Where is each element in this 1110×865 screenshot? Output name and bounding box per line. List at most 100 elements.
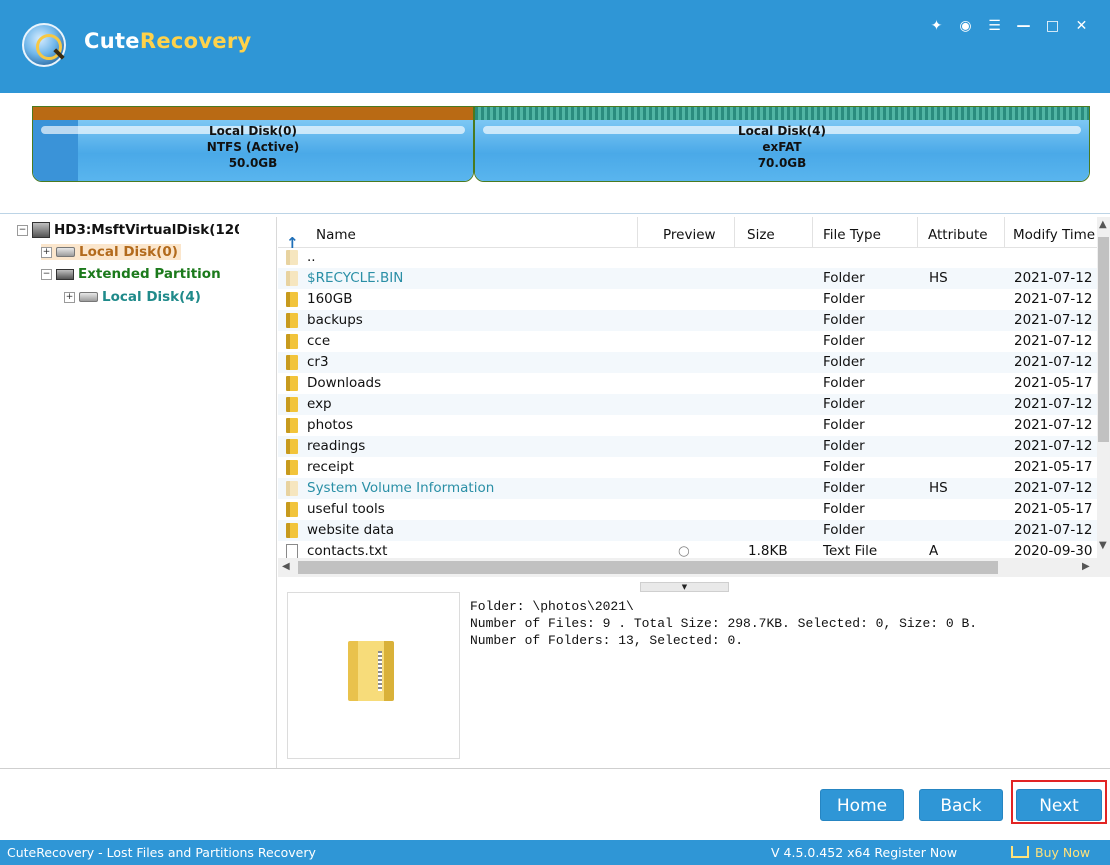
disk-map: Local Disk(0) NTFS (Active) 50.0GB Local… [0, 93, 1110, 213]
cell-type: Folder [823, 270, 865, 286]
cell-time: 2021-07-12 [1014, 354, 1093, 370]
buy-now-link[interactable]: Buy Now [1011, 840, 1090, 865]
maximize-icon[interactable]: □ [1038, 14, 1067, 38]
back-button[interactable]: Back [919, 789, 1003, 821]
expand-icon[interactable]: + [64, 291, 75, 303]
cell-name: Downloads [307, 375, 382, 391]
table-row[interactable]: receipt Folder 2021-05-17 [278, 457, 1098, 478]
scroll-thumb[interactable] [1098, 237, 1109, 442]
cell-type: Folder [823, 396, 865, 412]
cell-name: cr3 [307, 354, 329, 370]
cart-icon [1011, 846, 1029, 858]
cell-time: 2021-05-17 [1014, 501, 1093, 517]
cell-name: exp [307, 396, 332, 412]
cell-name: photos [307, 417, 353, 433]
version-register[interactable]: V 4.5.0.452 x64 Register Now [771, 840, 957, 865]
vertical-scrollbar[interactable]: ▲ ▼ [1097, 217, 1110, 577]
cell-name: useful tools [307, 501, 385, 517]
table-row[interactable]: exp Folder 2021-07-12 [278, 394, 1098, 415]
folder-icon [286, 460, 298, 475]
scroll-up-icon[interactable]: ▲ [1099, 219, 1107, 230]
cell-time: 2021-07-12 [1014, 417, 1093, 433]
disk-partition-4[interactable]: Local Disk(4) exFAT 70.0GB [474, 106, 1090, 182]
table-row[interactable]: .. [278, 247, 1098, 268]
disk-name: Local Disk(0) [209, 124, 297, 138]
cell-type: Folder [823, 417, 865, 433]
table-row[interactable]: readings Folder 2021-07-12 [278, 436, 1098, 457]
disk-fs: NTFS (Active) [206, 140, 300, 154]
folder-icon [286, 313, 298, 328]
cell-type: Folder [823, 459, 865, 475]
cell-type: Folder [823, 375, 865, 391]
facebook-icon[interactable]: ◉ [951, 14, 980, 38]
cell-time: 2021-07-12 [1014, 291, 1093, 307]
table-row[interactable]: backups Folder 2021-07-12 [278, 310, 1098, 331]
column-name[interactable]: ↑ Name [278, 217, 638, 252]
cell-type: Folder [823, 480, 865, 496]
disk-size: 50.0GB [228, 156, 278, 170]
horizontal-scrollbar[interactable]: ◀ ▶ [278, 558, 1098, 577]
cell-name: backups [307, 312, 363, 328]
hard-disk-icon [32, 222, 50, 238]
scroll-down-icon[interactable]: ▼ [1099, 540, 1107, 551]
app-title: CuteRecovery [84, 29, 252, 53]
column-preview[interactable]: Preview [638, 217, 735, 247]
next-button-highlight [1011, 780, 1107, 824]
table-row[interactable]: photos Folder 2021-07-12 [278, 415, 1098, 436]
scroll-left-icon[interactable]: ◀ [282, 561, 290, 572]
cell-attr: HS [929, 480, 948, 496]
folder-info: Folder: \photos\2021\ Number of Files: 9 … [470, 599, 978, 648]
table-row[interactable]: 160GB Folder 2021-07-12 [278, 289, 1098, 310]
collapse-icon[interactable]: − [41, 268, 52, 280]
twitter-icon[interactable]: ✦ [922, 14, 951, 38]
drive-icon [56, 247, 75, 257]
table-row[interactable]: cce Folder 2021-07-12 [278, 331, 1098, 352]
file-list: ↑ Name Preview Size File Type Attribute … [278, 217, 1098, 577]
folder-icon [286, 376, 298, 391]
scroll-right-icon[interactable]: ▶ [1082, 561, 1090, 572]
file-list-header: ↑ Name Preview Size File Type Attribute … [278, 217, 1098, 252]
scroll-thumb[interactable] [298, 561, 998, 574]
column-size[interactable]: Size [735, 217, 813, 247]
cell-time: 2021-05-17 [1014, 375, 1093, 391]
table-row[interactable]: Downloads Folder 2021-05-17 [278, 373, 1098, 394]
folder-icon [286, 481, 298, 496]
tree-root[interactable]: − HD3:MsftVirtualDisk(120GB) [17, 222, 239, 238]
column-modify-time[interactable]: Modify Time [1005, 217, 1098, 247]
table-row[interactable]: useful tools Folder 2021-05-17 [278, 499, 1098, 520]
tree-local-disk-4[interactable]: + Local Disk(4) [64, 289, 201, 305]
panel-splitter[interactable]: ▼ [640, 582, 729, 592]
column-attribute[interactable]: Attribute [918, 217, 1005, 247]
folder-icon [286, 418, 298, 433]
table-row[interactable]: website data Folder 2021-07-12 [278, 520, 1098, 541]
status-text: CuteRecovery - Lost Files and Partitions… [7, 845, 316, 860]
disk-partition-0[interactable]: Local Disk(0) NTFS (Active) 50.0GB [32, 106, 474, 182]
folder-icon [286, 397, 298, 412]
column-file-type[interactable]: File Type [813, 217, 918, 247]
menu-icon[interactable]: ☰ [980, 14, 1009, 38]
tree-extended-partition[interactable]: − Extended Partition [41, 266, 221, 282]
text-file-icon [286, 544, 298, 559]
tree-local-disk-0[interactable]: + Local Disk(0) [41, 244, 181, 260]
close-icon[interactable]: ✕ [1067, 14, 1096, 38]
minimize-icon[interactable]: — [1009, 14, 1038, 38]
cell-name: receipt [307, 459, 354, 475]
disk-fs: exFAT [762, 140, 802, 154]
folder-icon [286, 439, 298, 454]
cell-type: Folder [823, 438, 865, 454]
folder-icon [348, 641, 394, 701]
table-row[interactable]: $RECYCLE.BIN Folder HS 2021-07-12 [278, 268, 1098, 289]
divider [0, 213, 1110, 214]
folder-icon [286, 292, 298, 307]
partition-tree: − HD3:MsftVirtualDisk(120GB) + Local Dis… [0, 217, 277, 768]
expand-icon[interactable]: + [41, 246, 52, 258]
folder-icon [286, 523, 298, 538]
partition-icon [56, 268, 74, 280]
cell-time: 2021-07-12 [1014, 270, 1093, 286]
collapse-icon[interactable]: − [17, 224, 28, 236]
cell-name: .. [307, 249, 316, 265]
home-button[interactable]: Home [820, 789, 904, 821]
cell-name: readings [307, 438, 366, 454]
table-row[interactable]: cr3 Folder 2021-07-12 [278, 352, 1098, 373]
table-row[interactable]: System Volume Information Folder HS 2021-07… [278, 478, 1098, 499]
